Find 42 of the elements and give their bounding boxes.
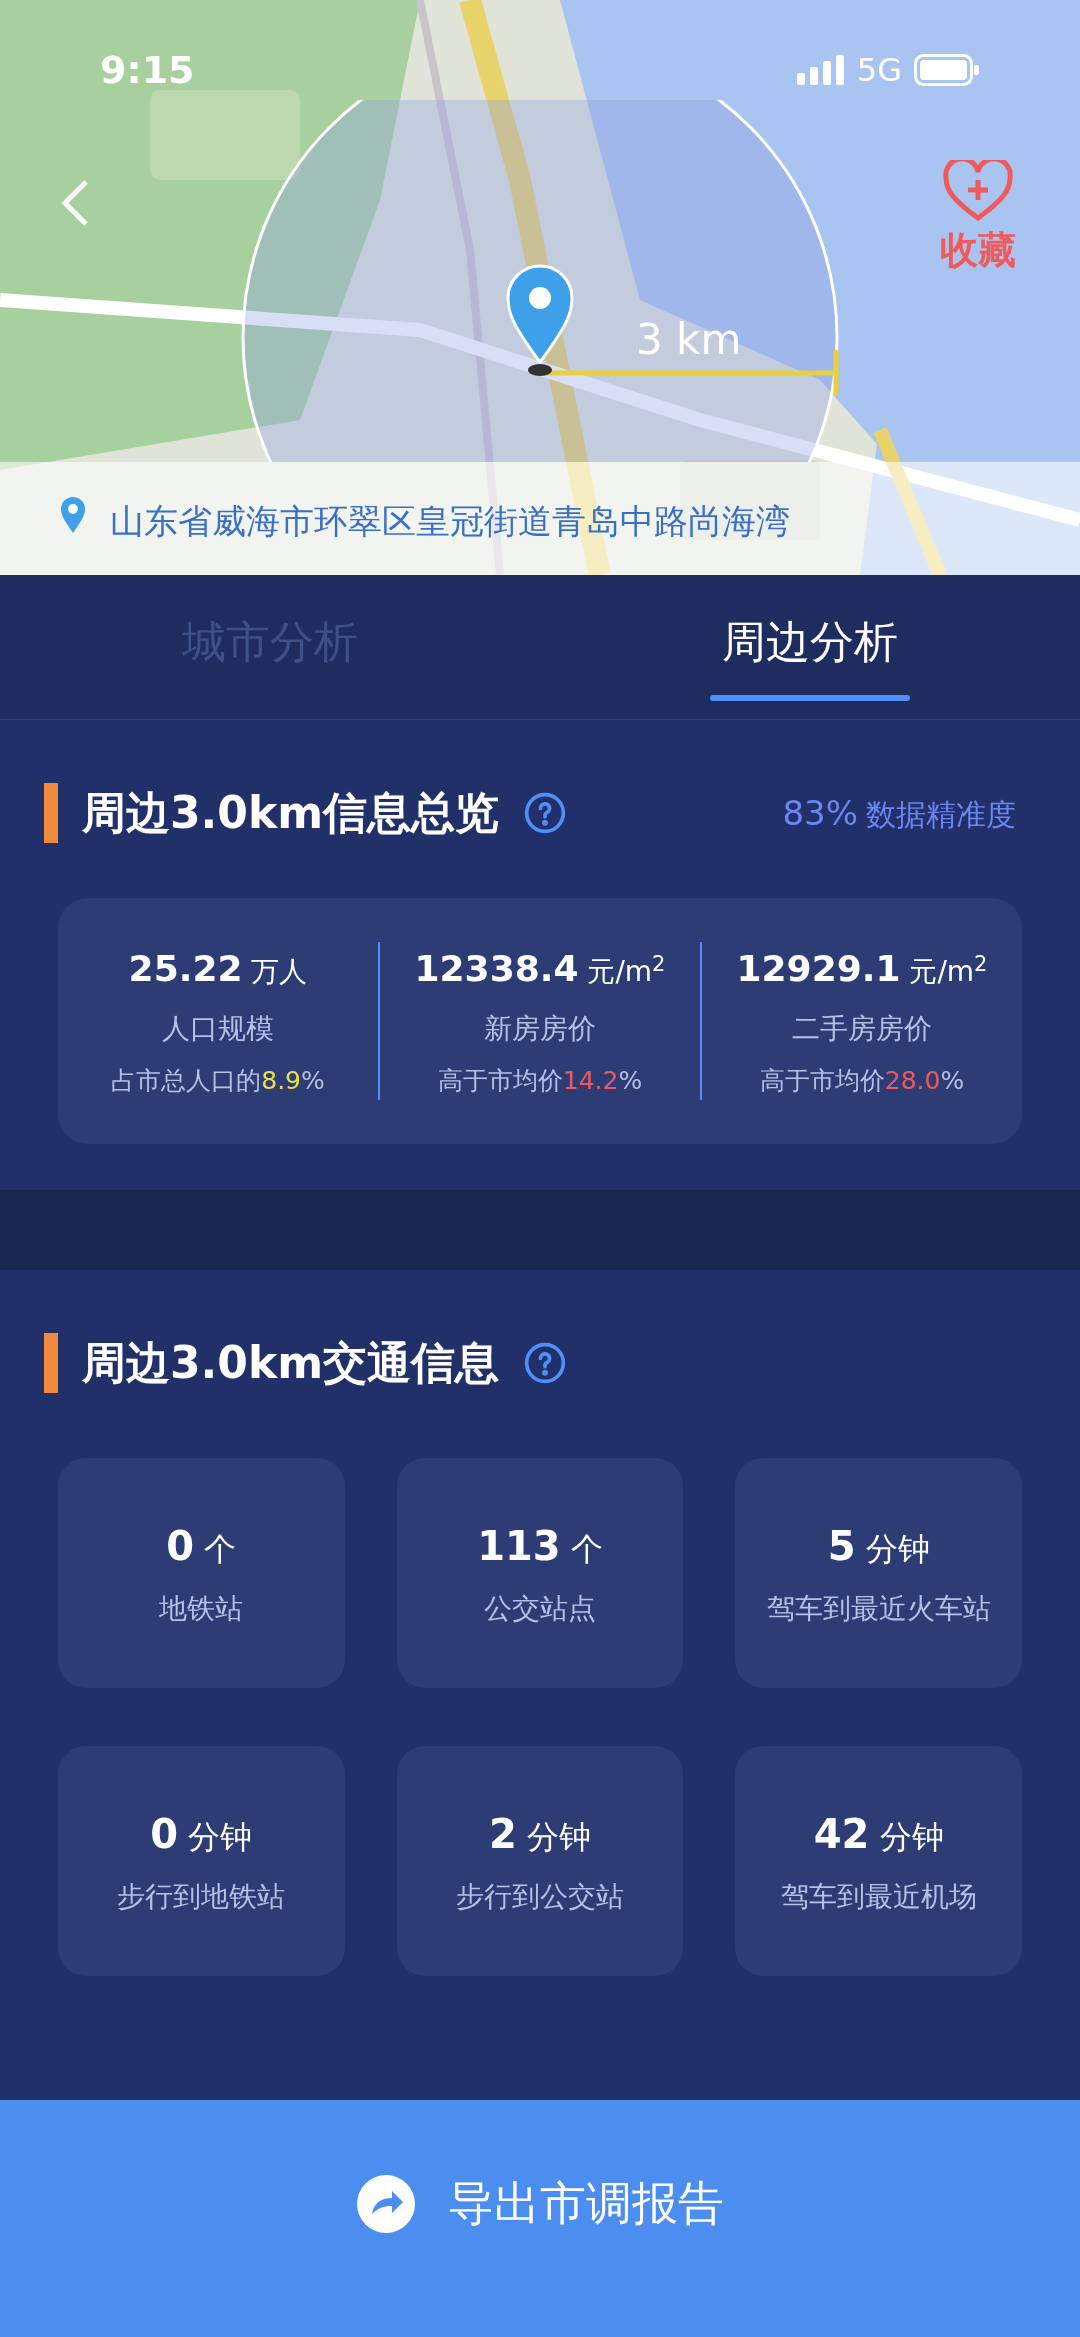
network-label: 5G bbox=[856, 50, 902, 91]
section-title: 周边3.0km信息总览 bbox=[82, 786, 500, 840]
battery-icon bbox=[914, 54, 980, 86]
accuracy-label: 数据精准度 bbox=[866, 795, 1016, 834]
traffic-value: 42 分钟 bbox=[813, 1810, 944, 1859]
section-title: 周边3.0km交通信息 bbox=[82, 1336, 500, 1390]
accent-bar bbox=[44, 1333, 58, 1393]
stat-value: 25.22 万人 bbox=[128, 947, 308, 992]
traffic-label: 地铁站 bbox=[159, 1591, 244, 1627]
traffic-label: 驾车到最近火车站 bbox=[766, 1591, 991, 1627]
stat-note: 占市总人口的8.9% bbox=[111, 1065, 325, 1098]
traffic-value: 2 分钟 bbox=[489, 1810, 591, 1859]
traffic-value: 0 个 bbox=[166, 1522, 237, 1571]
traffic-value: 5 分钟 bbox=[827, 1522, 930, 1571]
accent-bar bbox=[44, 783, 58, 843]
traffic-label: 驾车到最近机场 bbox=[780, 1879, 977, 1915]
share-icon bbox=[356, 2173, 416, 2234]
stat-value: 12338.4 元/m$^{2}$ bbox=[414, 947, 666, 992]
traffic-label: 步行到公交站 bbox=[456, 1879, 624, 1915]
signal-icon bbox=[796, 55, 845, 85]
export-button[interactable]: 导出市调报告 bbox=[0, 2100, 1080, 2337]
back-icon bbox=[60, 178, 90, 228]
favorite-button[interactable]: 收藏 bbox=[940, 160, 1016, 279]
stat-label: 新房房价 bbox=[484, 1011, 596, 1048]
radius-label: 3 km bbox=[636, 314, 742, 366]
traffic-label: 公交站点 bbox=[484, 1591, 596, 1627]
stat-note: 高于市均价28.0% bbox=[759, 1065, 965, 1098]
traffic-value: 0 分钟 bbox=[150, 1810, 253, 1859]
location-pin-icon bbox=[60, 496, 86, 534]
stat-note: 高于市均价14.2% bbox=[437, 1065, 643, 1098]
address-text: 山东省威海市环翠区皇冠街道青岛中路尚海湾 bbox=[110, 500, 790, 543]
help-icon[interactable] bbox=[523, 1341, 568, 1385]
traffic-value: 113 个 bbox=[477, 1522, 603, 1571]
traffic-label: 步行到地铁站 bbox=[117, 1879, 286, 1915]
stat-value: 12929.1 元/m$^{2}$ bbox=[736, 947, 988, 992]
stat-label: 人口规模 bbox=[162, 1011, 274, 1048]
status-time: 9:15 bbox=[100, 46, 195, 94]
accuracy-value: 83% bbox=[782, 791, 858, 835]
heart-plus-icon bbox=[943, 160, 1013, 222]
help-icon[interactable] bbox=[523, 791, 568, 835]
stat-label: 二手房房价 bbox=[792, 1011, 932, 1048]
tab[interactable]: 周边分析 bbox=[540, 575, 1080, 719]
